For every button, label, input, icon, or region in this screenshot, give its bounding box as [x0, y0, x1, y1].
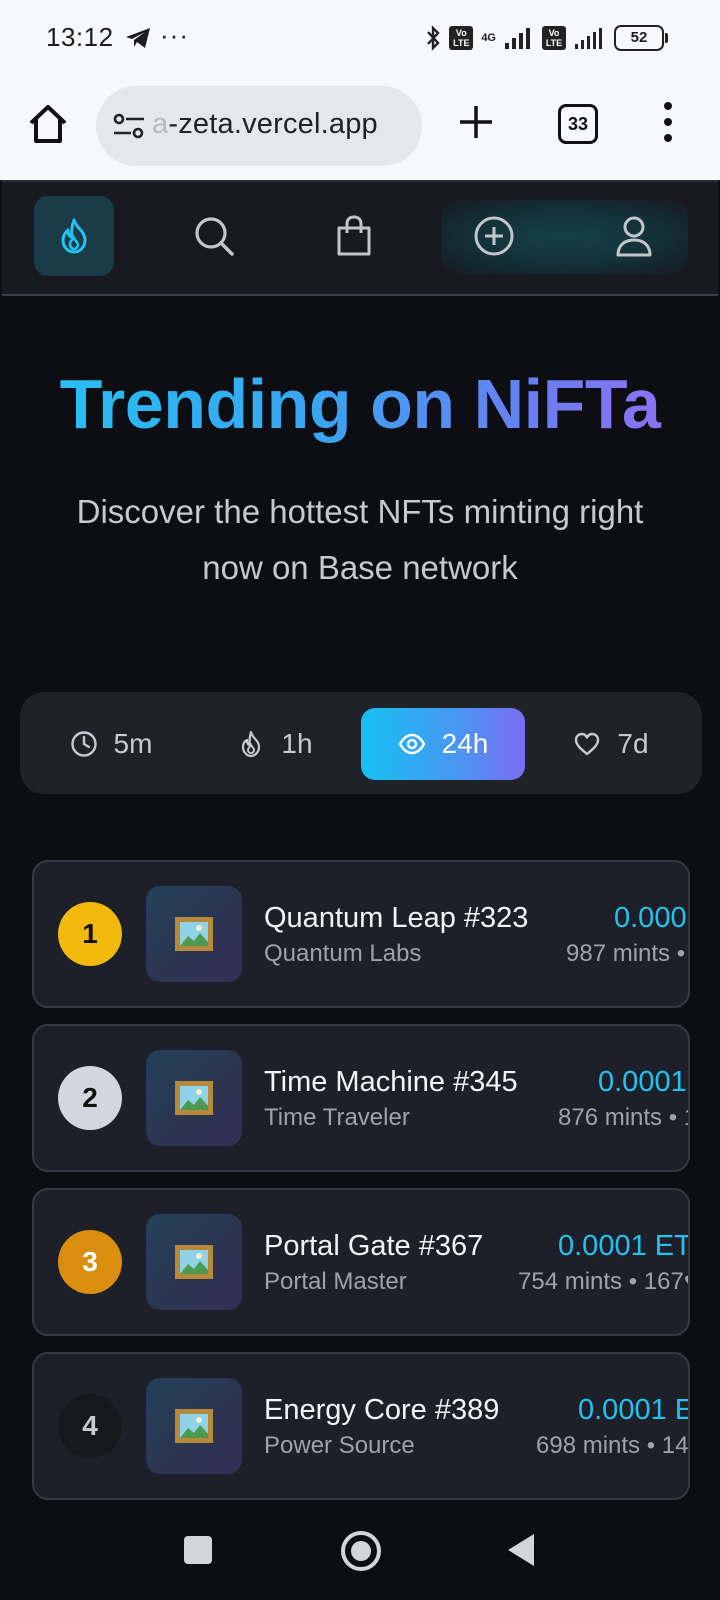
volte-badge-2: Vo LTE [542, 26, 566, 50]
telegram-icon [126, 28, 150, 48]
status-icons: Vo LTE 4G Vo LTE 52 [425, 22, 668, 54]
rank-badge: 2 [58, 1066, 122, 1130]
nft-thumbnail [146, 886, 242, 982]
shopping-bag-icon [337, 215, 371, 256]
filter-7d-button[interactable]: 7d [536, 708, 686, 780]
eye-icon [398, 733, 426, 755]
flame-icon [61, 218, 87, 254]
search-icon [195, 217, 234, 256]
framed-picture-icon [175, 1409, 213, 1443]
nft-thumbnail [146, 1378, 242, 1474]
rank-badge: 4 [58, 1394, 122, 1458]
nft-price: 0.0001 ETH [558, 1230, 688, 1262]
more-notifications-icon: ··· [160, 20, 189, 50]
back-button-icon[interactable] [506, 1532, 536, 1568]
nft-creator: Portal Master [264, 1268, 407, 1295]
nav-create-button[interactable] [454, 196, 534, 276]
filter-label: 7d [617, 728, 649, 759]
nav-marketplace-button[interactable] [314, 196, 394, 276]
system-nav-bar [0, 1504, 720, 1600]
nft-thumbnail [146, 1050, 242, 1146]
nft-creator: Power Source [264, 1432, 415, 1459]
filter-label: 1h [281, 728, 313, 759]
filter-label: 5m [113, 728, 153, 759]
nft-name: Portal Gate #367 [264, 1230, 484, 1262]
trending-item-4[interactable]: 4 Energy Core #389 Power Source 0.0001 E… [32, 1352, 690, 1500]
signal-icon [505, 28, 530, 49]
tab-switcher-button[interactable]: 33 [558, 104, 598, 144]
nft-price: 0.0001 ETH [598, 1066, 688, 1098]
nft-thumbnail [146, 1214, 242, 1310]
framed-picture-icon [175, 1081, 213, 1115]
page-subtitle: Discover the hottest NFTs minting right … [76, 493, 644, 586]
battery-indicator: 52 [614, 25, 668, 51]
page-title: Trending on NiFTa [0, 364, 720, 444]
nft-name: Energy Core #389 [264, 1394, 500, 1426]
time-filter: 5m 1h 24h 7d [20, 692, 702, 794]
site-settings-icon[interactable] [112, 110, 146, 142]
status-time: 13:12 [46, 22, 114, 52]
more-options-icon[interactable] [660, 100, 676, 144]
network-type-label: 4G [481, 32, 496, 44]
nft-stats: 754 mints • 167♥ [518, 1268, 690, 1295]
volte-badge: Vo LTE [449, 26, 474, 50]
trending-item-3[interactable]: 3 Portal Gate #367 Portal Master 0.0001 … [32, 1188, 690, 1336]
framed-picture-icon [175, 1245, 213, 1279]
home-button-icon[interactable] [340, 1530, 382, 1572]
new-tab-icon[interactable] [456, 102, 496, 142]
clock-icon [70, 731, 97, 757]
filter-24h-button[interactable]: 24h [361, 708, 525, 780]
nav-trending-button[interactable] [34, 196, 114, 276]
nft-name: Quantum Leap #323 [264, 902, 529, 934]
nft-creator: Quantum Labs [264, 940, 422, 967]
nft-stats: 876 mints • 19 [558, 1104, 688, 1131]
heart-icon [575, 732, 600, 756]
nft-price: 0.0001 ETH [578, 1394, 688, 1426]
nav-profile-button[interactable] [594, 196, 674, 276]
nft-name: Time Machine #345 [264, 1066, 518, 1098]
browser-toolbar: a-zeta.vercel.app 33 [0, 78, 720, 180]
app-top-nav [2, 180, 718, 296]
framed-picture-icon [175, 917, 213, 951]
user-icon [616, 216, 652, 257]
home-icon[interactable] [26, 102, 70, 146]
nft-stats: 987 mints • 2 [566, 940, 688, 967]
status-bar: 13:12 ··· Vo LTE 4G Vo LTE 52 [0, 0, 720, 78]
nav-search-button[interactable] [174, 196, 254, 276]
recents-button-icon[interactable] [182, 1534, 214, 1566]
rank-badge: 3 [58, 1230, 122, 1294]
signal-icon-2 [575, 28, 602, 49]
nft-price: 0.0001 ETH [614, 902, 688, 934]
plus-circle-icon [474, 216, 514, 256]
trending-item-1[interactable]: 1 Quantum Leap #323 Quantum Labs 0.0001 … [32, 860, 690, 1008]
flame-icon [242, 730, 261, 758]
rank-badge: 1 [58, 902, 122, 966]
url-text[interactable]: a-zeta.vercel.app [152, 108, 378, 141]
nft-creator: Time Traveler [264, 1104, 410, 1131]
trending-item-2[interactable]: 2 Time Machine #345 Time Traveler 0.0001… [32, 1024, 690, 1172]
filter-5m-button[interactable]: 5m [36, 708, 186, 780]
address-bar[interactable]: a-zeta.vercel.app [96, 86, 422, 166]
bluetooth-icon [427, 25, 440, 51]
filter-label: 24h [441, 728, 489, 759]
nft-stats: 698 mints • 145♥ [536, 1432, 689, 1459]
filter-1h-button[interactable]: 1h [200, 708, 350, 780]
